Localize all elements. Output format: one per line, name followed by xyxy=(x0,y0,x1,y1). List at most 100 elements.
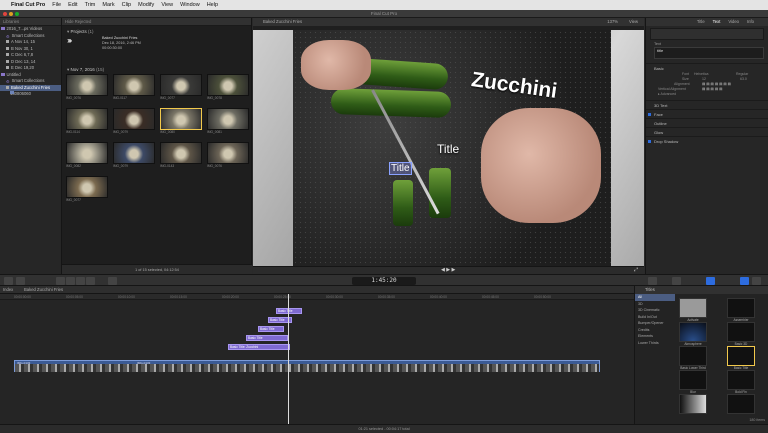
keyword-icon[interactable] xyxy=(16,277,25,285)
inspector-section[interactable]: Outline xyxy=(646,118,768,127)
import-icon[interactable] xyxy=(4,277,13,285)
effects-icon[interactable] xyxy=(672,277,681,285)
event-icon xyxy=(6,66,9,70)
clip-thumbnail[interactable]: IMG_0076 xyxy=(66,74,108,100)
append-icon[interactable] xyxy=(76,277,85,285)
text-field[interactable]: title xyxy=(654,47,764,59)
title-clip[interactable]: Basic Title xyxy=(246,335,288,341)
ruler-tick-label: 00:00:20:00 xyxy=(222,295,239,299)
zoom-window-icon[interactable] xyxy=(15,12,19,16)
timecode-display[interactable]: 1:45:20 xyxy=(352,277,416,285)
menu-mark[interactable]: Mark xyxy=(102,2,114,8)
tab-text[interactable]: Text xyxy=(713,18,721,26)
title-thumbnail[interactable] xyxy=(679,322,707,342)
basic-section[interactable]: Basic xyxy=(646,63,768,72)
clip-thumbnail[interactable]: IMG_0081 xyxy=(207,108,249,134)
inspector-section[interactable]: 3D Text xyxy=(646,100,768,109)
menu-app-name[interactable]: Final Cut Pro xyxy=(11,2,45,8)
inspector-section[interactable]: Face xyxy=(646,109,768,118)
select-tool-icon[interactable] xyxy=(108,277,117,285)
advanced-toggle[interactable]: ▸ Advanced xyxy=(646,92,768,97)
viewer-view-menu[interactable]: View xyxy=(629,18,638,26)
clip-thumbnail[interactable]: IMG_0082 xyxy=(66,142,108,168)
connect-icon[interactable] xyxy=(56,277,65,285)
title-thumbnail[interactable] xyxy=(679,394,707,414)
clip-thumbnail[interactable]: IMG_0080 xyxy=(160,108,202,134)
title-clip[interactable]: Basic Title xyxy=(276,308,302,314)
close-window-icon[interactable] xyxy=(3,12,7,16)
titles-browser: Titles All 3D 3D Cinematic Build In/Out Bump… xyxy=(634,286,768,424)
preset-dropdown[interactable] xyxy=(650,28,764,40)
title-thumbnail[interactable] xyxy=(727,394,755,414)
play-icon[interactable]: ◀ ▶ ▶ xyxy=(441,267,455,273)
inspector-toggle-icon[interactable] xyxy=(740,277,749,285)
tab-video[interactable]: Video xyxy=(728,18,739,26)
vertical-alignment-buttons-icon[interactable]: ▤ ▤ ▤ ▤ ▤ xyxy=(702,87,722,92)
menu-file[interactable]: File xyxy=(52,2,61,8)
clip-thumbnail[interactable]: IMG_0076 xyxy=(207,142,249,168)
menu-modify[interactable]: Modify xyxy=(138,2,154,8)
ruler-tick-label: 00:00:35:00 xyxy=(378,295,395,299)
clip-image xyxy=(66,142,108,164)
inspector: Title Text Video Info Text title Basic F… xyxy=(645,18,768,274)
share-icon[interactable] xyxy=(752,277,761,285)
checkbox-icon[interactable] xyxy=(648,140,651,143)
inspector-section[interactable]: Glow xyxy=(646,127,768,136)
minimize-window-icon[interactable] xyxy=(9,12,13,16)
menu-edit[interactable]: Edit xyxy=(68,2,77,8)
clip-image xyxy=(113,108,155,130)
clip-thumbnail[interactable]: IMG_0079 xyxy=(113,108,155,134)
viewer-zoom[interactable]: 137% xyxy=(607,18,618,26)
title-category[interactable]: Lower Thirds xyxy=(635,340,675,347)
title-thumbnail[interactable] xyxy=(727,298,755,318)
menu-window[interactable]: Window xyxy=(180,2,200,8)
insert-icon[interactable] xyxy=(66,277,75,285)
title-thumbnail[interactable] xyxy=(727,370,755,390)
title-thumbnail[interactable] xyxy=(727,322,755,342)
title-clip[interactable]: Basic Title xyxy=(258,326,284,332)
window-title-bar: Final Cut Pro xyxy=(0,10,768,18)
fullscreen-icon[interactable]: ⤢ xyxy=(634,267,638,273)
checkbox-icon[interactable] xyxy=(648,113,651,116)
viewer-overlay-title[interactable]: Title xyxy=(437,142,459,156)
clip-label: IMG_0080 xyxy=(160,130,175,134)
library-item[interactable]: 130806060 xyxy=(0,91,61,98)
inspector-section[interactable]: Drop Shadow xyxy=(646,136,768,145)
titles-browser-icon[interactable] xyxy=(706,277,715,285)
menu-clip[interactable]: Clip xyxy=(122,2,131,8)
menu-help[interactable]: Help xyxy=(207,2,218,8)
menu-view[interactable]: View xyxy=(161,2,173,8)
project-thumbnail[interactable]: ››››› xyxy=(67,34,98,48)
tab-info[interactable]: Info xyxy=(747,18,754,26)
date-section[interactable]: ▾ Nov 7, 2016 (15) xyxy=(62,64,108,74)
clip-thumbnail[interactable]: IMG_0077 xyxy=(160,74,202,100)
title-thumbnail[interactable] xyxy=(679,298,707,318)
vertical-alignment-row[interactable]: Vertical Alignment ▤ ▤ ▤ ▤ ▤ xyxy=(646,87,768,92)
event-browser: Hide Rejected ▾ Projects (1) ››››› Baked… xyxy=(62,18,252,274)
viewer-frame[interactable]: Zucchini Title Title xyxy=(253,30,644,266)
timeline-index[interactable]: Index xyxy=(3,286,13,294)
timeline-header: Index Baked Zucchini Fries xyxy=(0,286,634,294)
project-info[interactable]: Baked Zucchini Fries Dec 18, 2016, 2:46 … xyxy=(102,36,141,51)
clip-thumbnail[interactable]: IMG_0077 xyxy=(66,176,108,202)
audio-meters-icon[interactable] xyxy=(648,277,657,285)
status-bar: 01:21 selected - 00:04:17 total xyxy=(0,424,768,432)
clip-thumbnail[interactable]: IMG_0078 xyxy=(207,74,249,100)
title-clip[interactable]: Basic Title: Zucchini xyxy=(228,344,290,350)
title-thumbnail[interactable] xyxy=(727,346,755,366)
menu-trim[interactable]: Trim xyxy=(85,2,96,8)
playhead[interactable] xyxy=(288,294,289,424)
title-thumbnail[interactable] xyxy=(679,370,707,390)
viewer-overlay-title-selected[interactable]: Title xyxy=(389,162,412,175)
clip-thumbnail[interactable]: IMG-0143 xyxy=(160,142,202,168)
overwrite-icon[interactable] xyxy=(86,277,95,285)
clip-image xyxy=(113,74,155,96)
tab-title[interactable]: Title xyxy=(697,18,705,26)
primary-storyline[interactable]: IMG-0133 IMG-0133 xyxy=(14,360,600,372)
browser-filter[interactable]: Hide Rejected xyxy=(62,18,251,26)
clip-image xyxy=(113,142,155,164)
title-thumbnail[interactable] xyxy=(679,346,707,366)
clip-thumbnail[interactable]: IMG-0114 xyxy=(66,108,108,134)
clip-thumbnail[interactable]: IMG-0117 xyxy=(113,74,155,100)
clip-thumbnail[interactable]: IMG_0079 xyxy=(113,142,155,168)
